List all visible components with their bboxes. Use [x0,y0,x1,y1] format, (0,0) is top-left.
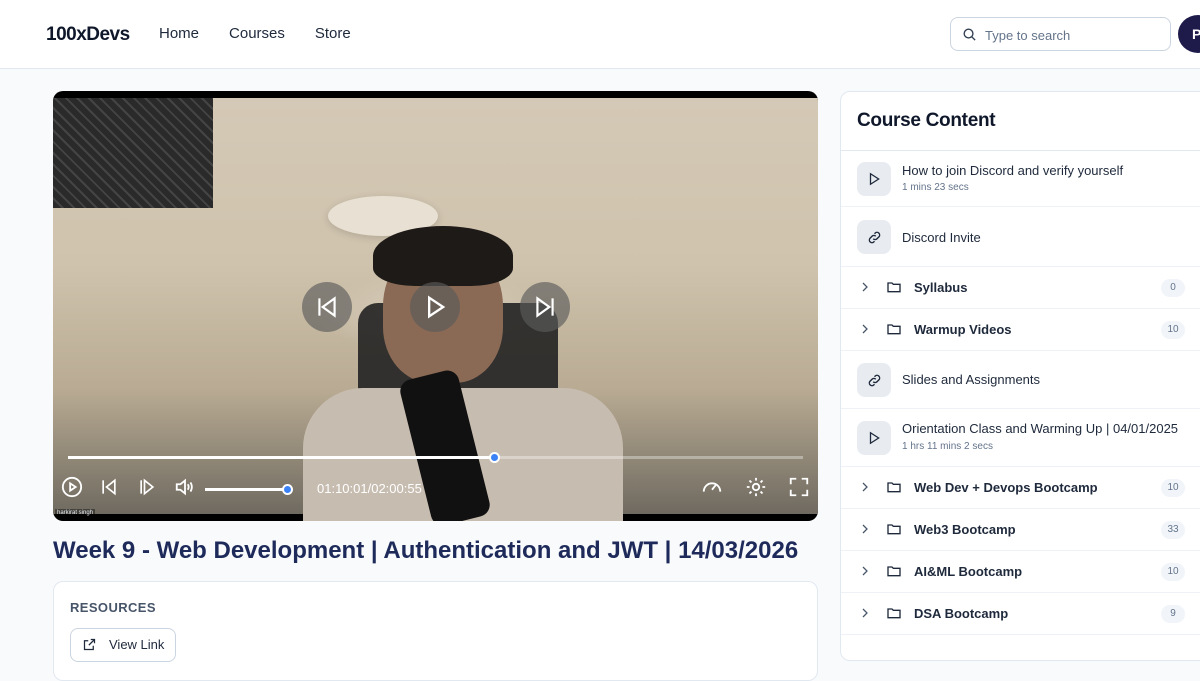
chevron-right-icon [862,608,868,618]
folder-icon [887,566,901,577]
folder-count-badge: 9 [1161,605,1185,623]
time-display: 01:10:01/02:00:55 [317,481,422,496]
content-item-duration: 1 hrs 11 mins 2 secs [902,441,993,452]
video-watermark: harkirat singh [55,509,96,517]
play-icon-box [857,162,891,196]
softbox-light [53,98,213,208]
forward-overlay-button[interactable] [520,282,570,332]
chevron-right-icon [862,482,868,492]
content-item-link[interactable]: Discord Invite [841,207,1200,267]
seek-bar[interactable] [68,452,803,463]
folder-title: Warmup Videos [914,322,1012,337]
folder-icon [887,282,901,293]
folder-title: AI&ML Bootcamp [914,564,1023,579]
content-folder-syllabus[interactable]: Syllabus 0 [841,267,1200,309]
content-item-video[interactable]: Orientation Class and Warming Up | 04/01… [841,409,1200,467]
folder-icon [887,324,901,335]
view-link-button[interactable]: View Link [70,628,176,662]
chevron-right-icon [862,282,868,292]
resources-card: RESOURCES View Link [53,581,818,681]
video-player[interactable]: 01:10:01/02:00:55 harkirat singh [53,91,818,521]
volume-slider[interactable] [205,484,293,495]
play-icon [428,295,446,319]
fullscreen-icon[interactable] [788,476,810,498]
content-folder-webdev[interactable]: Web Dev + Devops Bootcamp 10 [841,467,1200,509]
resources-label: RESOURCES [70,600,156,615]
logo[interactable]: 100xDevs [46,24,130,46]
seek-bar-fill [68,456,495,459]
person-hair [373,226,513,286]
folder-count-badge: 10 [1161,479,1185,497]
folder-title: Syllabus [914,280,968,295]
play-overlay-button[interactable] [410,282,460,332]
folder-icon [887,482,901,493]
link-icon [868,231,880,243]
folder-title: Web3 Bootcamp [914,522,1016,537]
folder-icon [887,524,901,535]
course-content-title: Course Content [857,110,996,131]
link-icon [868,374,880,386]
volume-icon[interactable] [173,476,197,498]
content-item-title: Orientation Class and Warming Up | 04/01… [902,421,1179,436]
seek-back-icon[interactable] [99,476,119,498]
content-folder-aiml[interactable]: AI&ML Bootcamp 10 [841,551,1200,593]
content-item-title: How to join Discord and verify yourself [902,163,1124,178]
play-icon [869,431,880,445]
top-navbar: 100xDevs Home Courses Store P [0,0,1200,69]
folder-count-badge: 0 [1161,279,1185,297]
play-icon-box [857,421,891,455]
folder-title: DSA Bootcamp [914,606,1009,621]
course-content-panel: Course Content How to join Discord and v… [840,91,1200,661]
content-item-link[interactable]: Slides and Assignments [841,351,1200,409]
nav-courses[interactable]: Courses [229,25,285,42]
link-icon-box [857,220,891,254]
play-button-icon[interactable] [61,476,83,498]
content-item-title: Discord Invite [902,230,981,245]
chevron-right-icon [862,524,868,534]
chevron-right-icon [862,566,868,576]
lecture-title: Week 9 - Web Development | Authenticatio… [53,537,799,564]
video-frame[interactable]: 01:10:01/02:00:55 harkirat singh [53,98,818,521]
content-item-title: Slides and Assignments [902,372,1041,387]
folder-count-badge: 33 [1161,521,1185,539]
volume-handle[interactable] [281,484,293,495]
main-nav: Home Courses Store [159,25,351,42]
content-folder-dsa[interactable]: DSA Bootcamp 9 [841,593,1200,635]
rewind-overlay-button[interactable] [302,282,352,332]
link-icon-box [857,363,891,397]
player-controls: 01:10:01/02:00:55 [53,476,818,506]
folder-count-badge: 10 [1161,321,1185,339]
skip-forward-icon [536,296,554,318]
content-item-duration: 1 mins 23 secs [902,182,969,193]
chevron-right-icon [862,324,868,334]
settings-gear-icon[interactable] [745,476,767,498]
folder-icon [887,608,901,619]
search-icon [963,28,976,41]
nav-store[interactable]: Store [315,25,351,42]
volume-fill [205,488,287,491]
nav-home[interactable]: Home [159,25,199,42]
view-link-label: View Link [109,637,165,652]
avatar[interactable]: P [1178,15,1200,53]
folder-title: Web Dev + Devops Bootcamp [914,480,1098,495]
seek-forward-icon[interactable] [137,476,157,498]
play-icon [869,172,880,186]
search-input[interactable] [985,25,1165,45]
folder-count-badge: 10 [1161,563,1185,581]
search-box[interactable] [950,17,1171,51]
content-item-video[interactable]: How to join Discord and verify yourself … [841,151,1200,207]
content-folder-web3[interactable]: Web3 Bootcamp 33 [841,509,1200,551]
content-folder-warmup[interactable]: Warmup Videos 10 [841,309,1200,351]
playback-speed-icon[interactable] [700,476,724,498]
seek-bar-handle[interactable] [488,452,500,463]
external-link-icon [83,638,96,651]
skip-back-icon [318,296,336,318]
